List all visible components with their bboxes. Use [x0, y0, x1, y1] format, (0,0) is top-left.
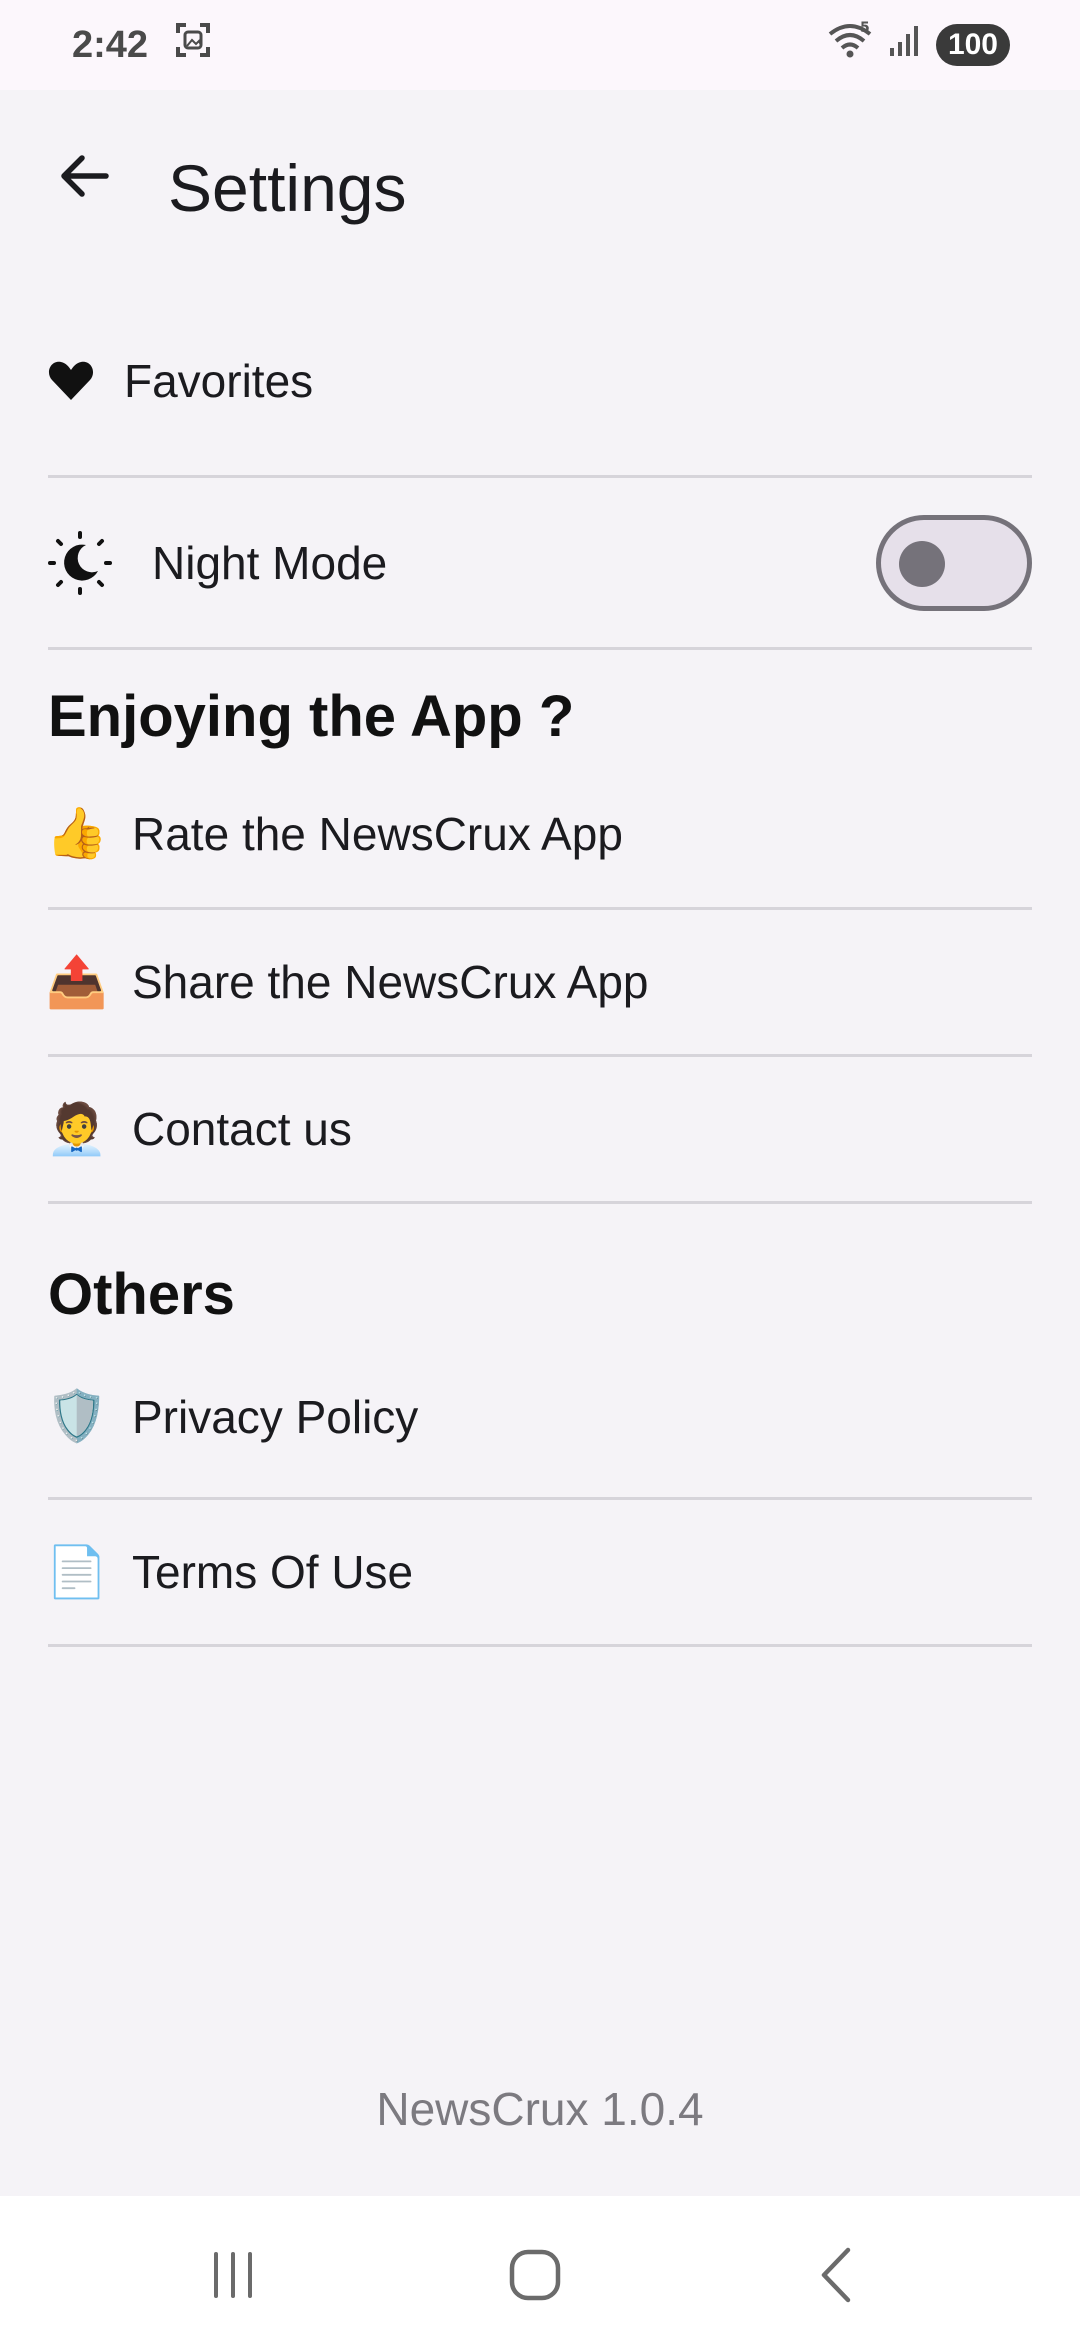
favorites-label: Favorites: [124, 354, 314, 407]
others-section-title: Others: [48, 1262, 235, 1327]
recent-apps-icon: [214, 2252, 252, 2298]
app-bar: Settings: [0, 90, 1080, 286]
favorites-item[interactable]: Favorites: [48, 286, 1032, 478]
enjoying-section-title: Enjoying the App ?: [48, 684, 575, 749]
privacy-policy-item[interactable]: 🛡️ Privacy Policy: [45, 1336, 1032, 1500]
terms-of-use-item[interactable]: 📄 Terms Of Use: [45, 1500, 1032, 1647]
share-app-label: Share the NewsCrux App: [132, 956, 649, 1008]
wifi-generation-label: 5: [860, 20, 870, 36]
contact-us-item[interactable]: 🧑‍💼 Contact us: [45, 1057, 1032, 1204]
home-button[interactable]: [500, 2240, 570, 2310]
system-back-button[interactable]: [804, 2240, 874, 2310]
privacy-policy-label: Privacy Policy: [132, 1390, 419, 1443]
outbox-tray-icon: 📤: [45, 953, 109, 1010]
settings-list: Favorites Night Mode Enjoying the App ? …: [45, 286, 1032, 1647]
system-nav-bar: [0, 2196, 1080, 2340]
wifi-icon: 5: [826, 20, 874, 70]
status-bar: 2:42 5 100: [0, 0, 1080, 90]
enjoying-section-header: Enjoying the App ?: [48, 650, 1032, 760]
toggle-knob: [899, 540, 945, 587]
home-icon: [509, 2249, 561, 2301]
thumbs-up-icon: 👍: [45, 805, 109, 861]
heart-icon: [48, 360, 98, 402]
share-app-item[interactable]: 📤 Share the NewsCrux App: [45, 910, 1032, 1057]
signal-icon: [888, 22, 922, 68]
others-section-header: Others: [48, 1204, 1032, 1336]
terms-of-use-label: Terms Of Use: [132, 1546, 414, 1598]
night-mode-item[interactable]: Night Mode: [48, 478, 1032, 650]
document-icon: 📄: [45, 1543, 109, 1600]
status-time: 2:42: [72, 23, 149, 66]
battery-indicator: 100: [935, 24, 1010, 66]
night-mode-label: Night Mode: [152, 536, 388, 589]
rate-app-label: Rate the NewsCrux App: [132, 807, 623, 860]
chevron-left-icon: [821, 2247, 851, 2303]
office-worker-icon: 🧑‍💼: [45, 1100, 109, 1157]
contact-us-label: Contact us: [132, 1103, 352, 1155]
page-title: Settings: [168, 151, 407, 225]
app-version: NewsCrux 1.0.4: [376, 2083, 704, 2135]
shield-icon: 🛡️: [45, 1388, 109, 1444]
screenshot-icon: [174, 21, 212, 69]
night-mode-toggle[interactable]: [876, 514, 1032, 611]
arrow-left-icon: [61, 155, 109, 197]
recent-apps-button[interactable]: [198, 2240, 268, 2310]
back-button[interactable]: [48, 140, 120, 212]
rate-app-item[interactable]: 👍 Rate the NewsCrux App: [45, 760, 1032, 910]
night-mode-icon: [48, 530, 112, 595]
